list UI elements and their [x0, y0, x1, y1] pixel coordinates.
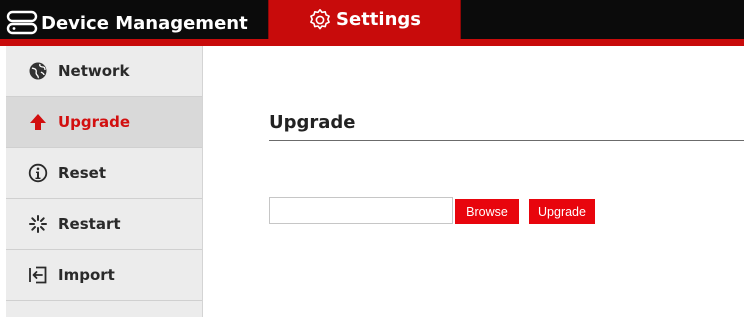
sidebar-item-reset[interactable]: Reset	[6, 148, 202, 199]
tab-underline	[0, 39, 744, 46]
info-icon	[28, 163, 48, 183]
sidebar-item-label: Restart	[58, 215, 121, 233]
globe-icon	[28, 61, 48, 81]
browse-button[interactable]: Browse	[455, 199, 519, 224]
tab-settings[interactable]: Settings	[268, 0, 461, 39]
title-divider	[269, 140, 744, 141]
sidebar-item-import[interactable]: Import	[6, 250, 202, 301]
spinner-icon	[28, 214, 48, 234]
sidebar: Network Upgrade Reset Restart Import	[6, 46, 203, 317]
sidebar-item-label: Network	[58, 62, 130, 80]
sidebar-item-network[interactable]: Network	[6, 46, 202, 97]
arrow-up-icon	[28, 112, 48, 132]
sidebar-item-restart[interactable]: Restart	[6, 199, 202, 250]
import-icon	[28, 265, 48, 285]
sidebar-item-upgrade[interactable]: Upgrade	[6, 97, 202, 148]
sidebar-item-label: Reset	[58, 164, 106, 182]
gear-icon	[308, 8, 332, 32]
file-path-input[interactable]	[269, 197, 453, 224]
device-icon	[6, 9, 38, 37]
sidebar-item-label: Import	[58, 266, 115, 284]
sidebar-item-label: Upgrade	[58, 113, 131, 131]
page-title: Upgrade	[269, 112, 356, 133]
top-bar: Device Management Settings	[0, 0, 744, 46]
tab-settings-label: Settings	[336, 9, 421, 30]
upgrade-button[interactable]: Upgrade	[529, 199, 595, 224]
brand-label: Device Management	[41, 12, 248, 34]
